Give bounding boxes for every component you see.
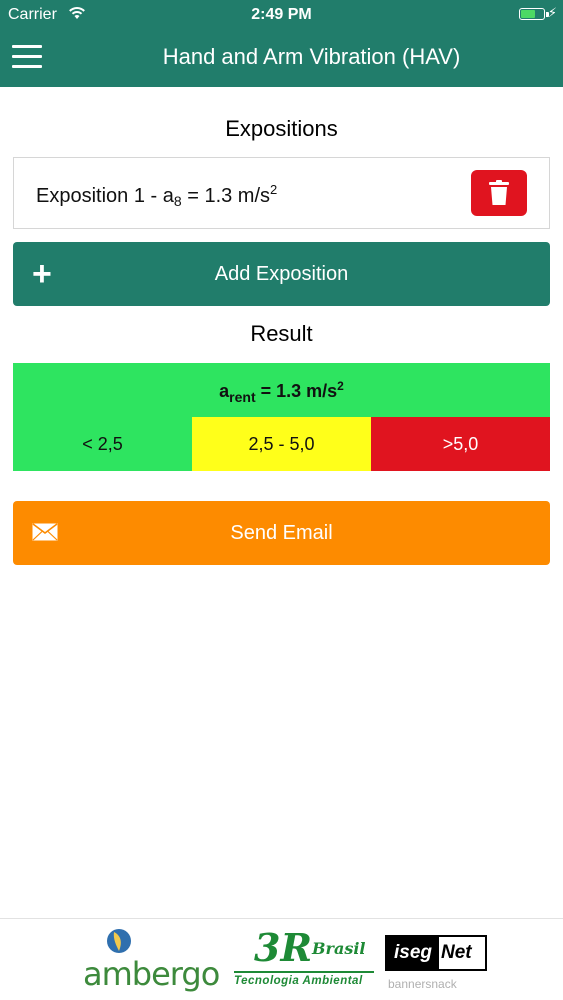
iseg-wordmark: iseg	[387, 937, 439, 969]
range-high: >5,0	[371, 417, 550, 471]
result-value-row: arent = 1.3 m/s2	[13, 363, 550, 417]
hamburger-menu-icon[interactable]	[12, 45, 42, 69]
range-low: < 2,5	[13, 417, 192, 471]
3r-brasil-logo: 3R Brasil Tecnologia Ambiental	[232, 925, 378, 997]
bannersnack-label: bannersnack	[388, 977, 457, 991]
exposition-name: Exposition 1 - a	[36, 185, 174, 207]
ambergo-logo: ambergo	[83, 927, 221, 997]
result-panel: arent = 1.3 m/s2 < 2,5 2,5 - 5,0 >5,0	[13, 363, 550, 471]
exposition-item: Exposition 1 - a8 = 1.3 m/s2	[13, 157, 550, 229]
3r-brasil-text: Brasil	[312, 939, 366, 958]
3r-rule	[234, 971, 374, 973]
result-amount: = 1.3 m/s	[255, 381, 338, 401]
ambergo-wordmark: ambergo	[83, 955, 220, 993]
delete-exposition-button[interactable]	[471, 170, 527, 216]
send-email-label: Send Email	[230, 522, 333, 544]
trash-icon	[489, 180, 509, 205]
range-mid: 2,5 - 5,0	[192, 417, 371, 471]
battery-icon	[519, 8, 549, 20]
charging-icon: ⚡	[547, 5, 557, 20]
status-bar: Carrier 2:49 PM ⚡	[0, 0, 563, 30]
result-value: arent = 1.3 m/s2	[13, 379, 550, 405]
footer-banner[interactable]: ambergo 3R Brasil Tecnologia Ambiental i…	[0, 919, 563, 1000]
expositions-heading: Expositions	[225, 116, 338, 141]
result-symbol: a	[219, 381, 230, 401]
3r-tagline: Tecnologia Ambiental	[234, 975, 363, 987]
add-exposition-label: Add Exposition	[214, 263, 349, 285]
page-title: Hand and Arm Vibration (HAV)	[162, 44, 461, 69]
exposition-superscript: 2	[270, 182, 278, 197]
isegnet-logo: iseg Net	[385, 935, 487, 971]
add-exposition-button[interactable]: + Add Exposition	[13, 242, 550, 306]
status-time: 2:49 PM	[251, 6, 312, 23]
exposition-value: = 1.3 m/s	[181, 185, 271, 207]
send-email-button[interactable]: Send Email	[13, 501, 550, 565]
exposition-subscript: 8	[173, 193, 182, 209]
globe-icon	[107, 929, 131, 953]
exposition-label: Exposition 1 - a8 = 1.3 m/s2	[36, 182, 277, 209]
3r-mark: 3R	[254, 925, 313, 970]
nav-bar: Hand and Arm Vibration (HAV)	[0, 30, 563, 87]
result-heading: Result	[250, 321, 313, 346]
result-superscript: 2	[337, 379, 344, 393]
result-subscript: rent	[229, 389, 256, 405]
net-wordmark: Net	[441, 942, 472, 963]
